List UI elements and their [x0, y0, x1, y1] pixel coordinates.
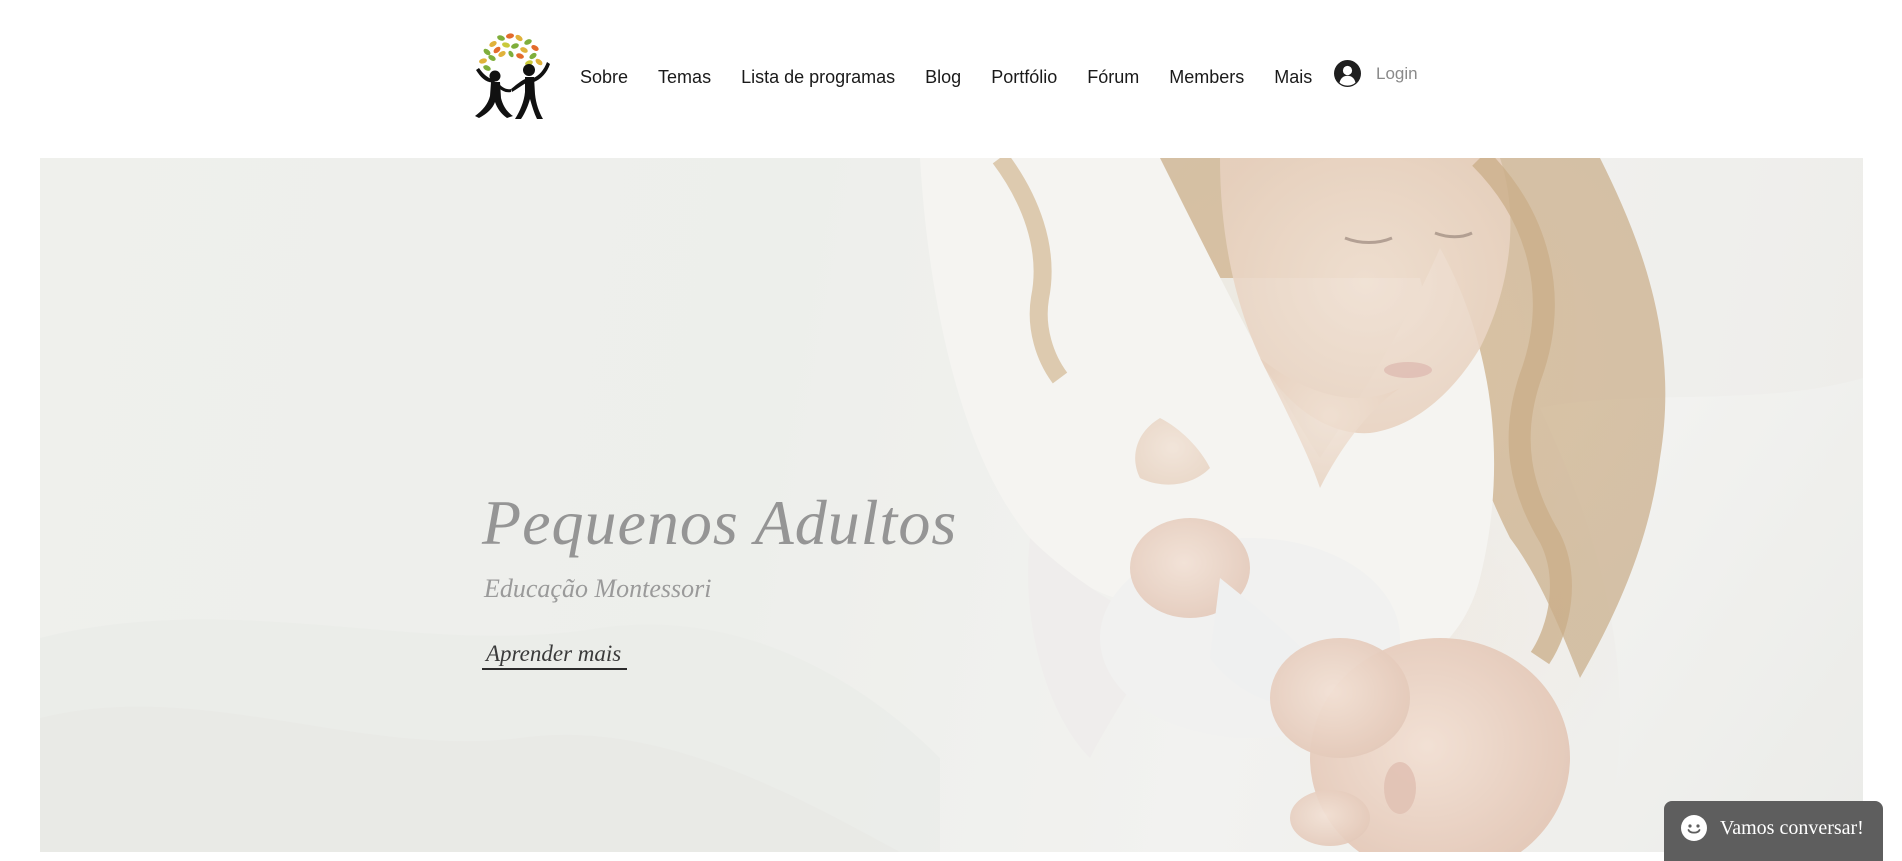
learn-more-button[interactable]: Aprender mais	[482, 641, 628, 670]
nav-item-forum[interactable]: Fórum	[1087, 67, 1139, 88]
nav-item-blog[interactable]: Blog	[925, 67, 961, 88]
nav-item-temas[interactable]: Temas	[658, 67, 711, 88]
main-navigation: Sobre Temas Lista de programas Blog Port…	[580, 62, 1312, 92]
hero-subtitle: Educação Montessori	[484, 574, 712, 603]
nav-item-sobre[interactable]: Sobre	[580, 67, 628, 88]
hero-title: Pequenos Adultos	[482, 487, 958, 558]
children-tree-logo-icon[interactable]	[473, 32, 555, 120]
login-label: Login	[1376, 63, 1418, 83]
nav-item-mais[interactable]: Mais	[1274, 67, 1312, 88]
chat-label: Vamos conversar!	[1720, 817, 1864, 839]
chat-widget-button[interactable]: Vamos conversar!	[1664, 801, 1883, 861]
hero-banner: Pequenos Adultos Educação Montessori Apr…	[40, 158, 1863, 852]
login-button[interactable]: Login	[1334, 60, 1418, 87]
nav-item-lista-de-programas[interactable]: Lista de programas	[741, 67, 895, 88]
nav-item-portfolio[interactable]: Portfólio	[991, 67, 1057, 88]
site-header: Sobre Temas Lista de programas Blog Port…	[0, 0, 1902, 158]
nav-item-members[interactable]: Members	[1169, 67, 1244, 88]
user-avatar-icon	[1334, 60, 1361, 87]
smiley-chat-icon	[1680, 814, 1708, 842]
